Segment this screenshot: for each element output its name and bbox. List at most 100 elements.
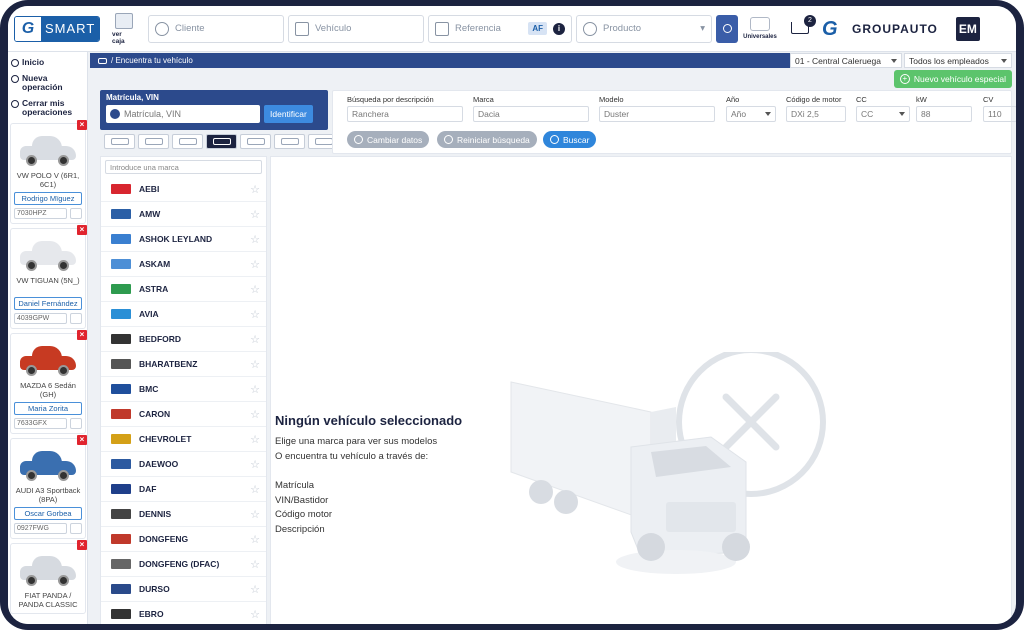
descriptor-field-input[interactable]: Año: [726, 106, 776, 122]
star-icon[interactable]: ☆: [250, 558, 260, 571]
operation-user[interactable]: Maria Zorita: [14, 402, 82, 415]
star-icon[interactable]: ☆: [250, 433, 260, 446]
nav-item[interactable]: Inicio: [8, 56, 87, 69]
descriptor-field-input[interactable]: 110: [983, 106, 1016, 122]
copy-icon[interactable]: [70, 418, 82, 429]
descriptor-field-input[interactable]: CC: [856, 106, 910, 122]
star-icon[interactable]: ☆: [250, 258, 260, 271]
vehiculo-field[interactable]: Vehículo: [288, 14, 424, 43]
brand-item[interactable]: BEDFORD ☆: [101, 327, 266, 352]
brand-item[interactable]: ASHOK LEYLAND ☆: [101, 227, 266, 252]
descriptor-field-label: Marca: [473, 95, 494, 104]
identify-button[interactable]: Identificar: [264, 105, 313, 123]
plate-vin-input[interactable]: Matrícula, VIN: [106, 105, 260, 123]
new-special-vehicle-button[interactable]: + Nuevo vehículo especial: [893, 70, 1012, 88]
nav-item[interactable]: Nueva operación: [8, 72, 87, 94]
producto-field[interactable]: Producto ▾: [576, 14, 712, 43]
brand-item[interactable]: AMW ☆: [101, 202, 266, 227]
star-icon[interactable]: ☆: [250, 608, 260, 621]
brand-item[interactable]: CHEVROLET ☆: [101, 427, 266, 452]
car-icon: [295, 21, 309, 36]
star-icon[interactable]: ☆: [250, 533, 260, 546]
star-icon[interactable]: ☆: [250, 233, 260, 246]
universales-button[interactable]: Universales: [742, 11, 778, 47]
nav-item-label: Nueva operación: [22, 73, 63, 92]
brand-item[interactable]: DAF ☆: [101, 477, 266, 502]
brand-item[interactable]: AVIA ☆: [101, 302, 266, 327]
smart-logo[interactable]: G SMART: [14, 15, 100, 42]
brand-item[interactable]: AEBI ☆: [101, 177, 266, 202]
operation-card[interactable]: × FIAT PANDA / PANDA CLASSIC: [10, 540, 87, 614]
close-icon[interactable]: ×: [77, 225, 87, 235]
vehicle-type-tractor[interactable]: [274, 134, 305, 149]
close-icon[interactable]: ×: [77, 435, 87, 445]
search-icon: [550, 135, 559, 144]
brand-item[interactable]: ASTRA ☆: [101, 277, 266, 302]
star-icon[interactable]: ☆: [250, 508, 260, 521]
brand-item[interactable]: DURSO ☆: [101, 577, 266, 602]
brand-item[interactable]: BMC ☆: [101, 377, 266, 402]
star-icon[interactable]: ☆: [250, 283, 260, 296]
descriptor-field-input[interactable]: Duster: [599, 106, 715, 122]
employees-select[interactable]: Todos los empleados: [904, 53, 1012, 68]
info-icon[interactable]: i: [553, 22, 565, 35]
brand-item[interactable]: DENNIS ☆: [101, 502, 266, 527]
vehicle-type-suv[interactable]: [138, 134, 169, 149]
operation-card[interactable]: × VW POLO V (6R1, 6C1) Rodrigo Mïguez 7030H…: [10, 120, 87, 224]
operation-card[interactable]: × VW TIGUAN (5N_) Daniel Fernández 4039GPW: [10, 225, 87, 329]
logo-text: SMART: [41, 16, 99, 41]
cart-button[interactable]: 2: [788, 14, 816, 43]
operation-user[interactable]: Rodrigo Mïguez: [14, 192, 82, 205]
warehouse-select[interactable]: 01 - Central Caleruega: [790, 53, 902, 68]
descriptor-field-input[interactable]: 88: [916, 106, 972, 122]
star-icon[interactable]: ☆: [250, 183, 260, 196]
operation-user[interactable]: Oscar Gorbea: [14, 507, 82, 520]
copy-icon[interactable]: [70, 313, 82, 324]
close-icon[interactable]: ×: [77, 540, 87, 550]
star-icon[interactable]: ☆: [250, 583, 260, 596]
new-vehicle-label: Nuevo vehículo especial: [913, 74, 1006, 84]
star-icon[interactable]: ☆: [250, 208, 260, 221]
brand-item[interactable]: ASKAM ☆: [101, 252, 266, 277]
operation-card[interactable]: × AUDI A3 Sportback (8PA) Oscar Gorbea 0927…: [10, 435, 87, 539]
close-icon[interactable]: ×: [77, 330, 87, 340]
user-avatar[interactable]: EM: [955, 16, 980, 41]
vehicle-type-truck[interactable]: [240, 134, 271, 149]
vehicle-type-bus[interactable]: [206, 134, 237, 149]
vehicle-type-car[interactable]: [104, 134, 135, 149]
star-icon[interactable]: ☆: [250, 333, 260, 346]
star-icon[interactable]: ☆: [250, 383, 260, 396]
star-icon[interactable]: ☆: [250, 458, 260, 471]
descriptor-field-input[interactable]: DXi 2,5: [786, 106, 846, 122]
copy-icon[interactable]: [70, 208, 82, 219]
star-icon[interactable]: ☆: [250, 308, 260, 321]
operation-user[interactable]: Daniel Fernández: [14, 297, 82, 310]
brand-item[interactable]: DONGFENG (DFAC) ☆: [101, 552, 266, 577]
close-icon[interactable]: ×: [77, 120, 87, 130]
star-icon[interactable]: ☆: [250, 408, 260, 421]
brand-item[interactable]: EBRO ☆: [101, 602, 266, 624]
copy-icon[interactable]: [70, 523, 82, 534]
brand-item[interactable]: CARON ☆: [101, 402, 266, 427]
star-icon[interactable]: ☆: [250, 483, 260, 496]
descriptor-field-input[interactable]: Dacia: [473, 106, 589, 122]
reset-search-button[interactable]: Reiniciar búsqueda: [437, 131, 537, 148]
brand-item[interactable]: DONGFENG ☆: [101, 527, 266, 552]
change-data-button[interactable]: Cambiar datos: [347, 131, 430, 148]
star-icon[interactable]: ☆: [250, 358, 260, 371]
operation-card[interactable]: × MAZDA 6 Sedán (GH) Maria Zorita 7633GFX: [10, 330, 87, 434]
nav-item[interactable]: Cerrar mis operaciones: [8, 97, 87, 119]
descriptor-field-input[interactable]: Ranchera: [347, 106, 463, 122]
ver-caja-button[interactable]: ver caja: [112, 10, 136, 48]
vehicle-type-van[interactable]: [172, 134, 203, 149]
document-icon: [435, 21, 449, 36]
brand-name: ASKAM: [139, 259, 171, 269]
referencia-field[interactable]: Referencia AF i: [428, 14, 572, 43]
brand-item[interactable]: DAEWOO ☆: [101, 452, 266, 477]
search-button[interactable]: [716, 14, 738, 43]
buscar-button[interactable]: Buscar: [543, 131, 597, 148]
brand-search-input[interactable]: Introduce una marca: [105, 160, 262, 174]
brand-item[interactable]: BHARATBENZ ☆: [101, 352, 266, 377]
cliente-field[interactable]: Cliente: [148, 14, 284, 43]
af-badge[interactable]: AF: [528, 22, 547, 35]
